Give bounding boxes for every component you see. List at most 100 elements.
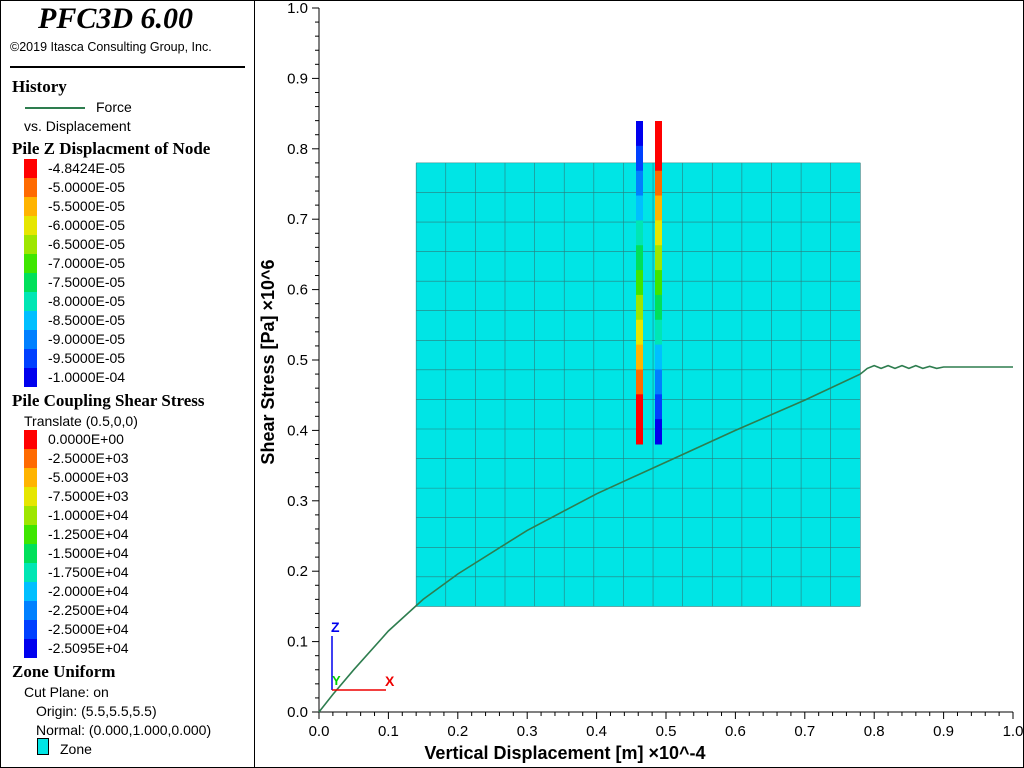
x-tick-label: 0.4 (586, 723, 607, 740)
y-tick-label: 0.7 (287, 211, 308, 228)
right-pile-segment (655, 344, 662, 370)
plot-area: 0.0 0.1 0.2 0.3 0.4 0.5 0.6 0.7 0.8 0.9 1.0 0.0 0.1 0… (258, 0, 1024, 763)
right-pile-segment (655, 319, 662, 346)
pile-z-heading: Pile Z Displacment of Node (12, 139, 211, 158)
pile-z-scale-label: -6.5000E-05 (48, 236, 126, 252)
history-series-label: Force (96, 99, 132, 115)
legend-panel: PFC3D 6.00 ©2019 Itasca Consulting Group… (0, 0, 255, 768)
pile-shear-scale-swatch (24, 525, 37, 544)
pile-shear-scale-swatch (24, 582, 37, 601)
pile-z-scale-label: -6.0000E-05 (48, 217, 126, 233)
pile-z-scale-swatch (24, 349, 37, 368)
x-tick-label: 1.0 (1003, 723, 1024, 740)
x-tick-label: 0.1 (378, 723, 399, 740)
y-tick-label: 0.1 (287, 634, 308, 651)
y-tick-label: 0.6 (287, 282, 308, 299)
pile-shear-scale-swatch (24, 449, 37, 468)
pile-z-scale-label: -7.5000E-05 (48, 274, 126, 290)
pile-z-scale-swatch (24, 197, 37, 216)
y-tick-label: 0.5 (287, 352, 308, 369)
pile-z-scale-label: -9.5000E-05 (48, 350, 126, 366)
pile-z-scale-swatch (24, 368, 37, 387)
zone-heading: Zone Uniform (12, 662, 116, 681)
zone-color-swatch (37, 738, 49, 755)
x-tick-label: 0.8 (864, 723, 885, 740)
pile-shear-scale-label: -1.5000E+04 (48, 545, 129, 561)
y-tick-label: 0.9 (287, 70, 308, 87)
pile-z-scale-swatch (24, 292, 37, 311)
pile-shear-scale-swatch (24, 430, 37, 449)
pile-shear-subtitle: Translate (0.5,0,0) (24, 413, 138, 429)
right-pile-segment (655, 294, 662, 321)
pile-shear-heading: Pile Coupling Shear Stress (12, 391, 205, 410)
zone-origin: Origin: (5.5,5.5,5.5) (36, 703, 157, 719)
triad-z-label: Z (331, 619, 340, 635)
y-tick-label: 0.3 (287, 493, 308, 510)
right-pile-segment (655, 394, 662, 420)
right-pile-segment (655, 145, 662, 172)
x-tick-label: 0.6 (725, 723, 746, 740)
pile-shear-scale-label: -7.5000E+03 (48, 488, 129, 504)
y-tick-label: 0.2 (287, 563, 308, 580)
pile-shear-scale-swatch (24, 506, 37, 525)
pile-z-scale-swatch (24, 216, 37, 235)
left-pile-segment (636, 121, 643, 147)
pile-z-scale-swatch (24, 273, 37, 292)
pile-shear-scale-label: -1.0000E+04 (48, 507, 129, 523)
pile-shear-scale-label: -2.5000E+03 (48, 450, 129, 466)
title-divider (10, 66, 245, 68)
zone-swatch-label: Zone (60, 741, 92, 757)
pile-z-scale-swatch (24, 235, 37, 254)
pile-shear-scale-label: 0.0000E+00 (48, 431, 124, 447)
pile-z-scale-swatch (24, 178, 37, 197)
pile-shear-scale-label: -2.5000E+04 (48, 621, 129, 637)
right-pile-segment (655, 369, 662, 395)
pile-shear-scale-label: -2.0000E+04 (48, 583, 129, 599)
pile-z-scale-label: -7.0000E-05 (48, 255, 126, 271)
right-pile-segment (655, 170, 662, 197)
y-tick-label: 0.4 (287, 422, 308, 439)
pile-shear-scale-swatch (24, 468, 37, 487)
pile-z-scale-swatch (24, 330, 37, 349)
pile-z-scale-swatch (24, 254, 37, 273)
pile-z-scale-label: -8.0000E-05 (48, 293, 126, 309)
pile-z-scale-label: -5.0000E-05 (48, 179, 126, 195)
x-tick-label: 0.9 (933, 723, 954, 740)
pile-shear-scale-swatch (24, 601, 37, 620)
left-pile-segment (636, 145, 643, 172)
left-pile-segment (636, 245, 643, 271)
pile-z-scale-label: -9.0000E-05 (48, 331, 126, 347)
pile-shear-scale-swatch (24, 639, 37, 658)
right-pile-segment (655, 195, 662, 221)
left-pile-segment (636, 270, 643, 296)
pile-shear-scale-label: -5.0000E+03 (48, 469, 129, 485)
history-line-swatch (25, 107, 85, 109)
history-heading: History (12, 77, 67, 96)
left-pile-segment (636, 419, 643, 445)
x-tick-label: 0.2 (447, 723, 468, 740)
left-pile-segment (636, 319, 643, 346)
left-pile-segment (636, 170, 643, 197)
right-pile-segment (655, 270, 662, 296)
pile-z-scale-label: -8.5000E-05 (48, 312, 126, 328)
left-pile-segment (636, 369, 643, 395)
left-pile-segment (636, 294, 643, 321)
pile-z-scale-label: -5.5000E-05 (48, 198, 126, 214)
left-pile-segment (636, 195, 643, 221)
pile-shear-scale-label: -1.7500E+04 (48, 564, 129, 580)
pile-shear-scale-label: -2.5095E+04 (48, 640, 129, 656)
triad-y-label: Y (332, 673, 341, 688)
zone-cut-plane: Cut Plane: on (24, 684, 109, 700)
right-pile-segment (655, 245, 662, 271)
pile-shear-scale-swatch (24, 544, 37, 563)
pile-shear-scale-swatch (24, 620, 37, 639)
y-axis-title: Shear Stress [Pa] ×10^6 (258, 259, 278, 464)
pile-shear-scale-swatch (24, 563, 37, 582)
pile-z-scale-label: -1.0000E-04 (48, 369, 126, 385)
right-pile-segment (655, 419, 662, 445)
copyright-text: ©2019 Itasca Consulting Group, Inc. (10, 40, 212, 54)
left-pile-segment (636, 394, 643, 420)
pile-shear-scale-label: -2.2500E+04 (48, 602, 129, 618)
pile-z-scale-swatch (24, 159, 37, 178)
x-tick-label: 0.0 (309, 723, 330, 740)
